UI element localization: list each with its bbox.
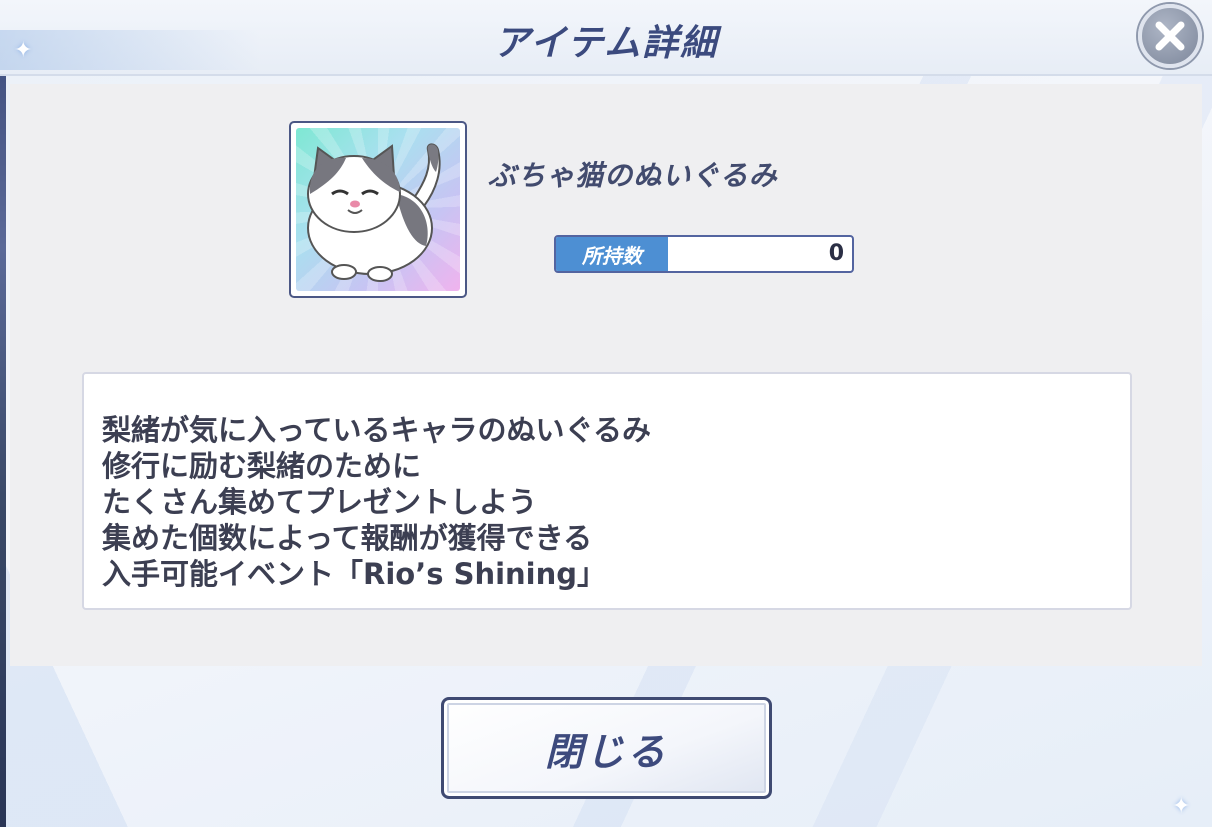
close-x-icon	[1155, 21, 1185, 51]
owned-count-value: 0	[828, 241, 844, 266]
description-line: 修行に励む梨緒のために	[102, 449, 422, 483]
item-image	[296, 128, 460, 291]
sparkle-icon: ✦	[1172, 794, 1191, 819]
description-line: 集めた個数によって報酬が獲得できる	[102, 521, 593, 555]
owned-count-label: 所持数	[556, 237, 668, 271]
owned-count: 所持数 0	[554, 235, 854, 273]
description-line: たくさん集めてプレゼントしよう	[102, 485, 538, 519]
item-description: 梨緒が気に入っているキャラのぬいぐるみ 修行に励む梨緒のために たくさん集めてプ…	[82, 372, 1132, 610]
close-button-label: 閉じる	[544, 729, 668, 774]
close-button[interactable]: 閉じる	[441, 697, 772, 799]
description-line: 入手可能イベント「Rio’s Shining」	[102, 557, 607, 591]
background-edge	[0, 0, 6, 827]
close-icon-button[interactable]	[1138, 4, 1202, 68]
description-line: 梨緒が気に入っているキャラのぬいぐるみ	[102, 413, 651, 447]
dialog-title: アイテム詳細	[493, 23, 719, 64]
cat-plush-icon	[307, 143, 441, 282]
item-name: ぶちゃ猫のぬいぐるみ	[488, 159, 778, 192]
dialog-header: ✦ アイテム詳細	[0, 0, 1212, 76]
item-thumbnail	[289, 121, 467, 298]
